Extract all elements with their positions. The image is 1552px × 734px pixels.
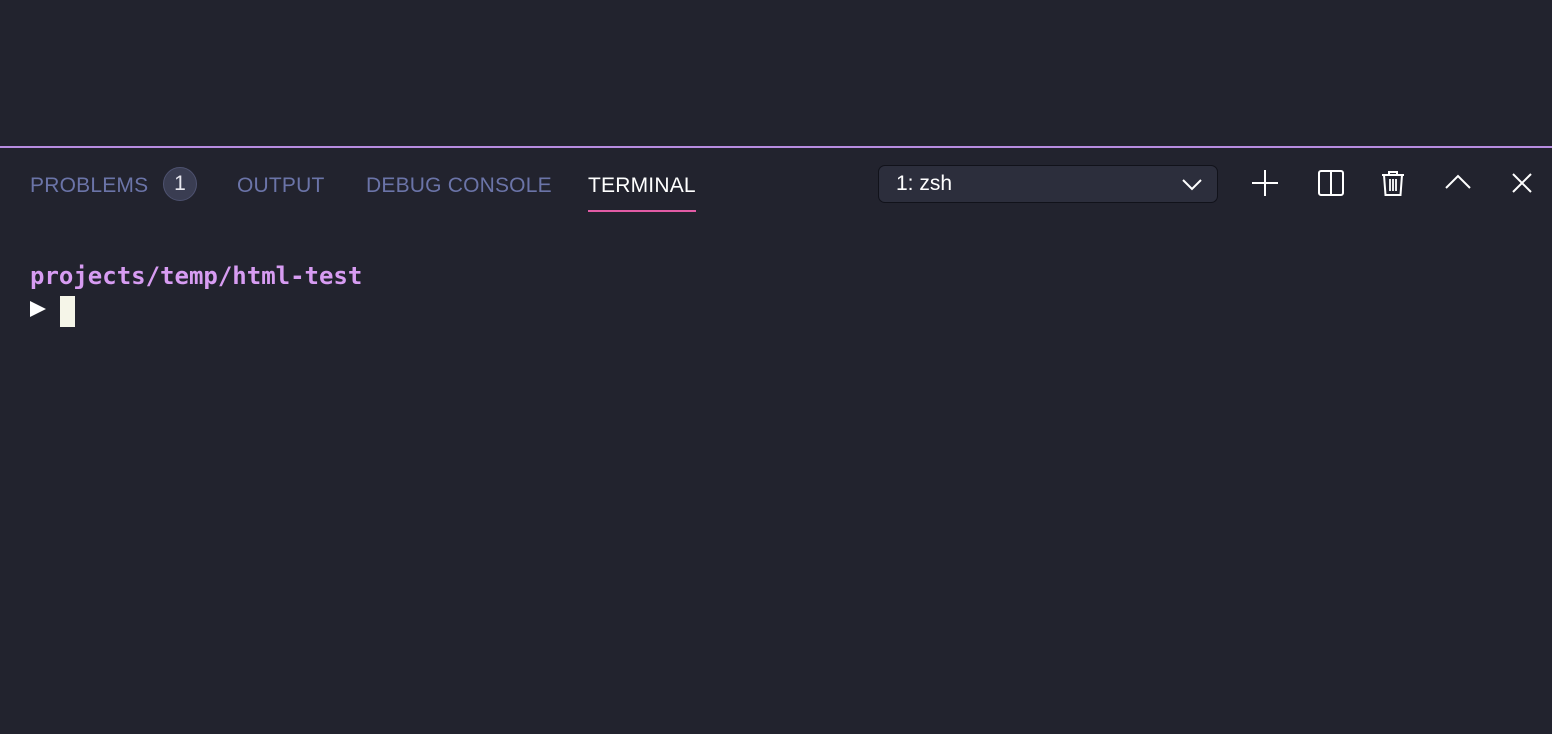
editor-area (0, 0, 1552, 146)
tab-debug-console-label: DEBUG CONSOLE (366, 174, 552, 197)
maximize-panel-button[interactable] (1441, 166, 1475, 200)
terminal-select[interactable]: 1: zsh (878, 165, 1218, 203)
tab-problems-label: PROBLEMS (30, 174, 149, 197)
terminal-cursor (60, 296, 75, 327)
terminal-cwd-path: projects/temp/html-test (30, 262, 363, 290)
tab-problems[interactable]: PROBLEMS (30, 172, 148, 212)
split-icon (1318, 170, 1344, 196)
tab-debug-console[interactable]: DEBUG CONSOLE (366, 172, 552, 212)
split-terminal-button[interactable] (1314, 166, 1348, 200)
kill-terminal-button[interactable] (1376, 166, 1410, 200)
plus-icon (1252, 170, 1278, 196)
bottom-panel: PROBLEMS 1 OUTPUT DEBUG CONSOLE TERMINAL… (0, 146, 1552, 734)
problems-count-badge: 1 (163, 167, 197, 201)
chevron-up-icon (1445, 174, 1471, 189)
terminal-select-value: 1: zsh (896, 172, 953, 195)
terminal-prompt-line[interactable] (30, 296, 90, 328)
active-tab-indicator (588, 210, 696, 212)
tab-output[interactable]: OUTPUT (237, 172, 325, 212)
prompt-arrow-icon (30, 301, 46, 317)
chevron-down-icon (1182, 179, 1202, 191)
tab-output-label: OUTPUT (237, 174, 325, 197)
close-panel-button[interactable] (1505, 166, 1539, 200)
tab-terminal-label: TERMINAL (588, 174, 696, 197)
new-terminal-button[interactable] (1248, 166, 1282, 200)
trash-icon (1382, 171, 1404, 196)
close-icon (1512, 173, 1532, 193)
tab-terminal[interactable]: TERMINAL (588, 172, 696, 212)
terminal-output[interactable]: projects/temp/html-test (30, 260, 363, 327)
